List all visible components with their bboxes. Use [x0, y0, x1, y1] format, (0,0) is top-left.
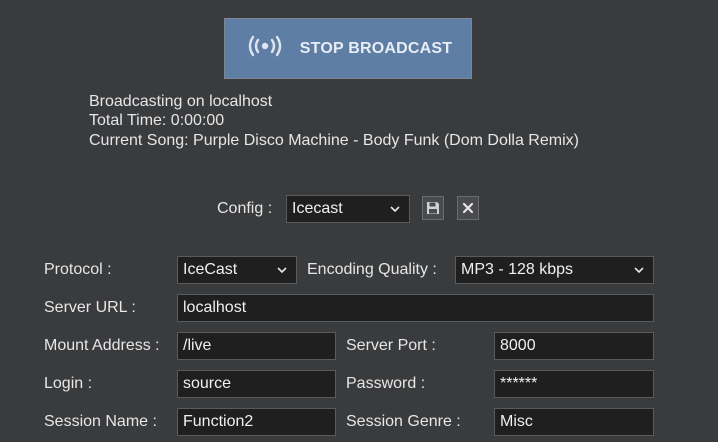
- session-name-input[interactable]: Function2: [177, 408, 336, 436]
- save-config-button[interactable]: [422, 196, 444, 220]
- config-label: Config :: [217, 200, 273, 217]
- server-url-label: Server URL :: [44, 299, 136, 316]
- session-genre-input[interactable]: Misc: [494, 408, 654, 436]
- mount-address-label: Mount Address :: [44, 337, 160, 354]
- protocol-select-value: IceCast: [183, 261, 238, 278]
- session-genre-label: Session Genre :: [346, 413, 461, 430]
- encoding-quality-label: Encoding Quality :: [307, 261, 437, 278]
- password-input[interactable]: ******: [494, 370, 654, 398]
- delete-config-button[interactable]: [457, 196, 479, 220]
- broadcast-waves-icon: [244, 33, 286, 64]
- session-name-label: Session Name :: [44, 413, 157, 430]
- current-song-text: Current Song: Purple Disco Machine - Bod…: [89, 132, 579, 149]
- stop-broadcast-button[interactable]: STOP BROADCAST: [224, 18, 472, 79]
- stop-broadcast-label: STOP BROADCAST: [299, 39, 453, 57]
- login-label: Login :: [44, 375, 93, 392]
- encoding-quality-select[interactable]: MP3 - 128 kbps: [455, 256, 654, 284]
- server-port-label: Server Port :: [346, 337, 436, 354]
- chevron-down-icon: [277, 267, 287, 274]
- total-time-text: Total Time: 0:00:00: [89, 112, 225, 129]
- password-label: Password :: [346, 375, 426, 392]
- broadcast-status-text: Broadcasting on localhost: [89, 93, 273, 110]
- server-port-input[interactable]: 8000: [494, 332, 654, 360]
- chevron-down-icon: [634, 267, 644, 274]
- protocol-label: Protocol :: [44, 261, 112, 278]
- login-input[interactable]: source: [177, 370, 336, 398]
- config-select-value: Icecast: [292, 200, 343, 217]
- save-icon: [427, 202, 439, 214]
- mount-address-input[interactable]: /live: [177, 332, 336, 360]
- close-icon: [462, 202, 474, 214]
- chevron-down-icon: [390, 206, 400, 213]
- server-url-input[interactable]: localhost: [177, 294, 654, 322]
- encoding-quality-value: MP3 - 128 kbps: [461, 261, 574, 278]
- protocol-select[interactable]: IceCast: [177, 256, 297, 284]
- config-select[interactable]: Icecast: [286, 195, 410, 223]
